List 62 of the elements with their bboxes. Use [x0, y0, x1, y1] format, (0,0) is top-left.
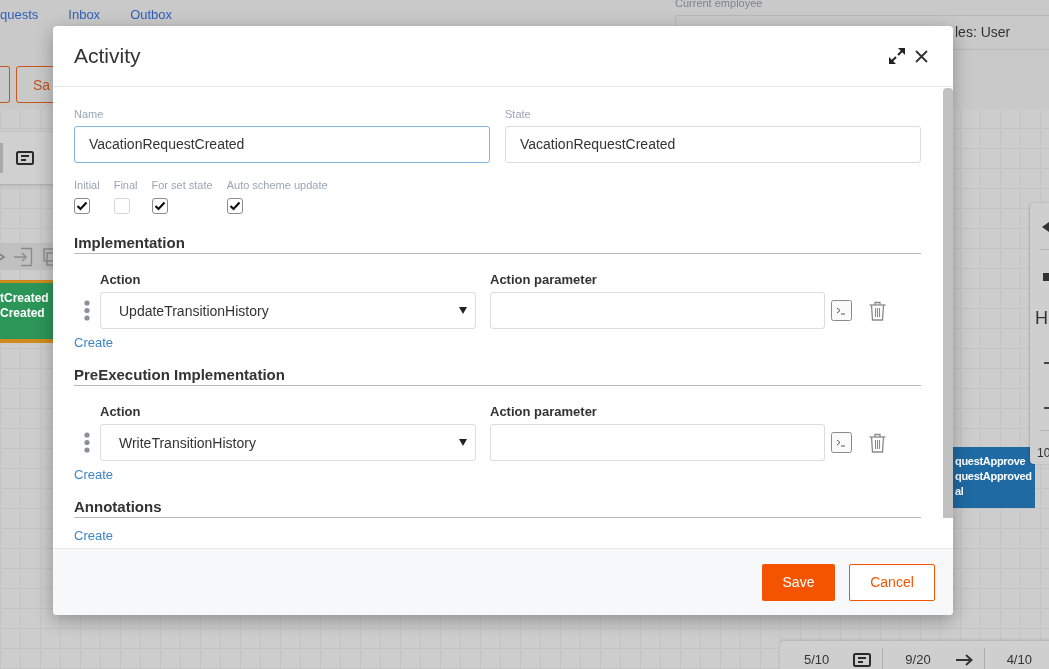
column-label: Action parameter	[490, 272, 597, 287]
count-label: 5/10	[804, 652, 830, 668]
terminal-icon[interactable]	[831, 300, 852, 321]
caret-icon	[459, 307, 467, 314]
node-label: questApprove	[955, 454, 1026, 469]
section-heading: Implementation	[74, 232, 921, 254]
panel-label: 10	[1037, 446, 1049, 460]
checkbox-label: Final	[113, 179, 138, 192]
arrow-icon[interactable]	[954, 654, 973, 666]
node-label: questApproved	[955, 469, 1032, 484]
section-heading: PreExecution Implementation	[74, 364, 921, 386]
column-label: Action	[100, 272, 142, 287]
dialog-title: Activity	[74, 43, 141, 69]
panel-label: H	[1035, 308, 1048, 328]
field-label: Current employee	[675, 0, 763, 10]
column-label: Action parameter	[490, 404, 597, 419]
vertical-dots-icon[interactable]	[84, 300, 90, 321]
cancel-button[interactable]: Cancel	[849, 563, 935, 601]
count-label: 9/20	[905, 652, 931, 668]
section-heading: Annotations	[74, 496, 921, 518]
toolbar-button[interactable]	[0, 66, 10, 103]
parameter-field[interactable]	[490, 424, 825, 461]
chevron-icon[interactable]	[0, 251, 5, 262]
nav-tab[interactable]: quests	[0, 7, 39, 23]
terminal-icon[interactable]	[831, 432, 852, 453]
node-label: Created	[0, 306, 45, 321]
enter-icon[interactable]	[13, 246, 33, 267]
field-label: State	[505, 108, 531, 121]
save-button[interactable]: Save	[762, 563, 835, 601]
notes-icon[interactable]	[16, 151, 34, 165]
trash-icon[interactable]	[869, 300, 886, 321]
expand-icon[interactable]	[888, 47, 906, 65]
close-icon[interactable]	[915, 49, 928, 63]
checkbox-label: Initial	[74, 179, 100, 192]
checkbox[interactable]	[226, 198, 243, 214]
text-field[interactable]: VacationRequestCreated	[74, 126, 490, 163]
text-field[interactable]: VacationRequestCreated	[505, 126, 921, 163]
checkbox[interactable]	[74, 198, 90, 214]
node-label: al	[955, 484, 964, 499]
checkbox-label: For set state	[151, 179, 213, 192]
parameter-field[interactable]	[490, 292, 825, 329]
nav-tab[interactable]: Outbox	[130, 7, 173, 23]
action-select[interactable]: WriteTransitionHistory	[100, 424, 476, 461]
create-link[interactable]: Create	[74, 335, 114, 350]
node-label: tCreated	[0, 291, 49, 306]
caret-icon	[459, 439, 467, 446]
trash-icon[interactable]	[869, 432, 886, 453]
notes-icon[interactable]	[853, 653, 872, 667]
state-node[interactable]: tCreated Created	[0, 280, 56, 343]
vertical-dots-icon[interactable]	[84, 432, 90, 453]
nav-tab[interactable]: Inbox	[68, 7, 101, 23]
create-link[interactable]: Create	[74, 528, 114, 543]
scrollbar[interactable]	[943, 88, 953, 518]
caret-icon[interactable]	[1042, 222, 1049, 232]
checkbox-label: Auto scheme update	[226, 179, 328, 192]
state-node[interactable]: questApprove questApproved al	[953, 447, 1035, 508]
checkbox[interactable]	[151, 198, 168, 214]
action-select[interactable]: UpdateTransitionHistory	[100, 292, 476, 329]
count-label: 4/10	[1006, 652, 1032, 668]
field-label: Name	[74, 108, 104, 121]
column-label: Action	[100, 404, 142, 419]
create-link[interactable]: Create	[74, 467, 114, 482]
